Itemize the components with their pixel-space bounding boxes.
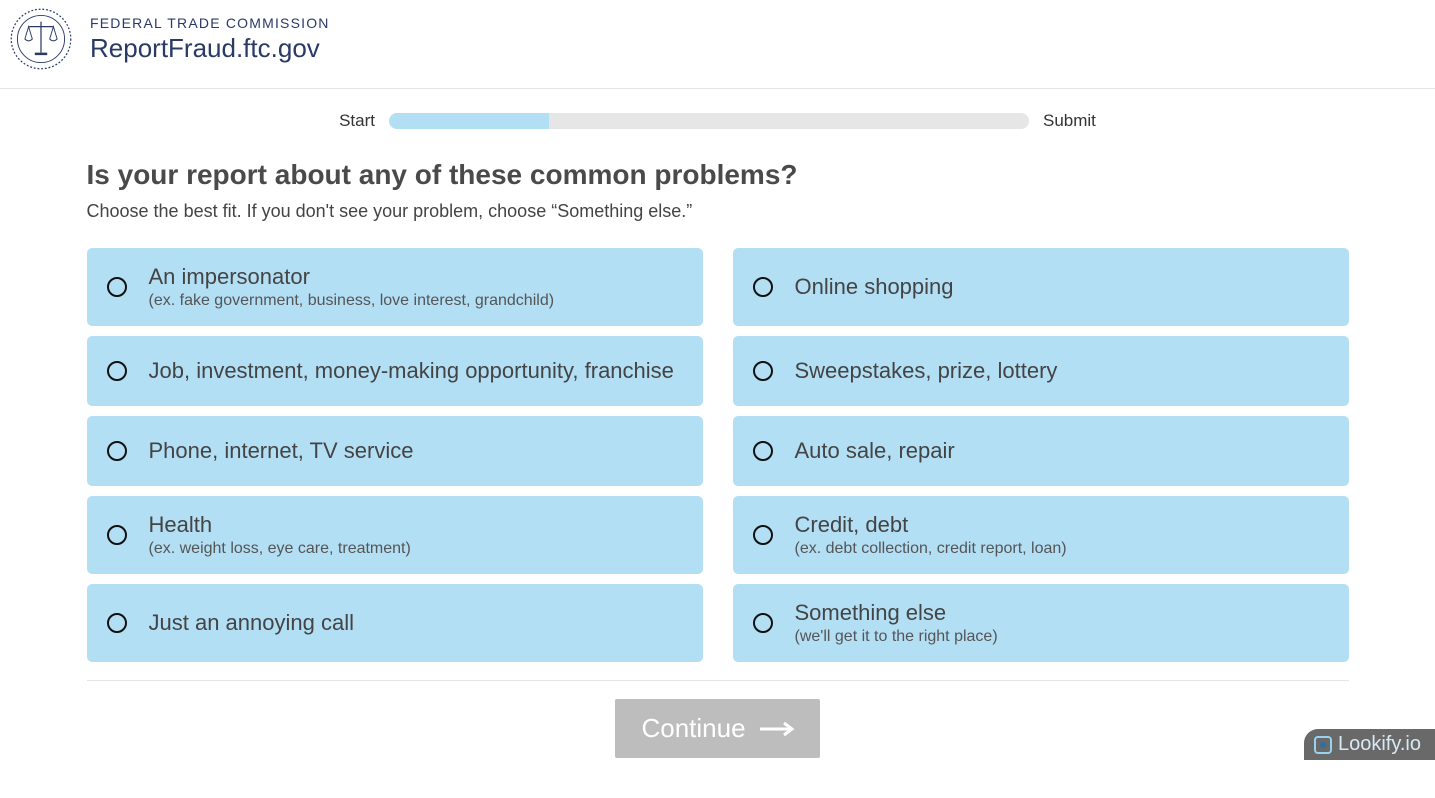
divider: [87, 680, 1349, 681]
site-header: FEDERAL TRADE COMMISSION ReportFraud.ftc…: [0, 0, 1435, 89]
continue-button[interactable]: Continue: [615, 699, 819, 758]
radio-icon: [753, 277, 773, 297]
option-sub: (ex. weight loss, eye care, treatment): [149, 540, 411, 558]
option-label: An impersonator: [149, 264, 555, 290]
options-grid: An impersonator (ex. fake government, bu…: [87, 248, 1349, 662]
radio-icon: [107, 613, 127, 633]
option-something-else[interactable]: Something else (we'll get it to the righ…: [733, 584, 1349, 662]
progress-start-label: Start: [339, 111, 375, 131]
option-sweepstakes[interactable]: Sweepstakes, prize, lottery: [733, 336, 1349, 406]
option-auto-sale-repair[interactable]: Auto sale, repair: [733, 416, 1349, 486]
radio-icon: [107, 277, 127, 297]
main-content: Is your report about any of these common…: [73, 159, 1363, 798]
radio-icon: [753, 361, 773, 381]
instruction-text: Choose the best fit. If you don't see yo…: [87, 201, 1349, 222]
lookify-icon: [1314, 736, 1332, 754]
radio-icon: [753, 441, 773, 461]
option-label: Auto sale, repair: [795, 438, 955, 464]
agency-name: FEDERAL TRADE COMMISSION: [90, 15, 330, 31]
option-label: Health: [149, 512, 411, 538]
option-sub: (ex. debt collection, credit report, loa…: [795, 540, 1067, 558]
option-phone-internet-tv[interactable]: Phone, internet, TV service: [87, 416, 703, 486]
option-sub: (ex. fake government, business, love int…: [149, 292, 555, 310]
option-job-investment[interactable]: Job, investment, money-making opportunit…: [87, 336, 703, 406]
progress-submit-label: Submit: [1043, 111, 1096, 131]
option-impersonator[interactable]: An impersonator (ex. fake government, bu…: [87, 248, 703, 326]
continue-label: Continue: [641, 713, 745, 744]
progress-bar: [389, 113, 1029, 129]
ftc-seal-icon: [10, 8, 72, 70]
option-annoying-call[interactable]: Just an annoying call: [87, 584, 703, 662]
option-label: Online shopping: [795, 274, 954, 300]
option-label: Sweepstakes, prize, lottery: [795, 358, 1058, 384]
option-health[interactable]: Health (ex. weight loss, eye care, treat…: [87, 496, 703, 574]
option-sub: (we'll get it to the right place): [795, 628, 998, 646]
radio-icon: [107, 441, 127, 461]
option-online-shopping[interactable]: Online shopping: [733, 248, 1349, 326]
lookify-text: Lookify.io: [1338, 733, 1421, 756]
question-heading: Is your report about any of these common…: [87, 159, 1349, 191]
option-label: Credit, debt: [795, 512, 1067, 538]
radio-icon: [753, 525, 773, 545]
site-name: ReportFraud.ftc.gov: [90, 33, 330, 64]
option-label: Phone, internet, TV service: [149, 438, 414, 464]
progress-indicator: Start Submit: [0, 111, 1435, 131]
option-label: Something else: [795, 600, 998, 626]
option-label: Job, investment, money-making opportunit…: [149, 358, 674, 384]
option-label: Just an annoying call: [149, 610, 354, 636]
radio-icon: [107, 361, 127, 381]
arrow-right-icon: [760, 713, 794, 744]
lookify-badge[interactable]: Lookify.io: [1304, 729, 1435, 760]
radio-icon: [107, 525, 127, 545]
option-credit-debt[interactable]: Credit, debt (ex. debt collection, credi…: [733, 496, 1349, 574]
progress-fill: [389, 113, 549, 129]
radio-icon: [753, 613, 773, 633]
